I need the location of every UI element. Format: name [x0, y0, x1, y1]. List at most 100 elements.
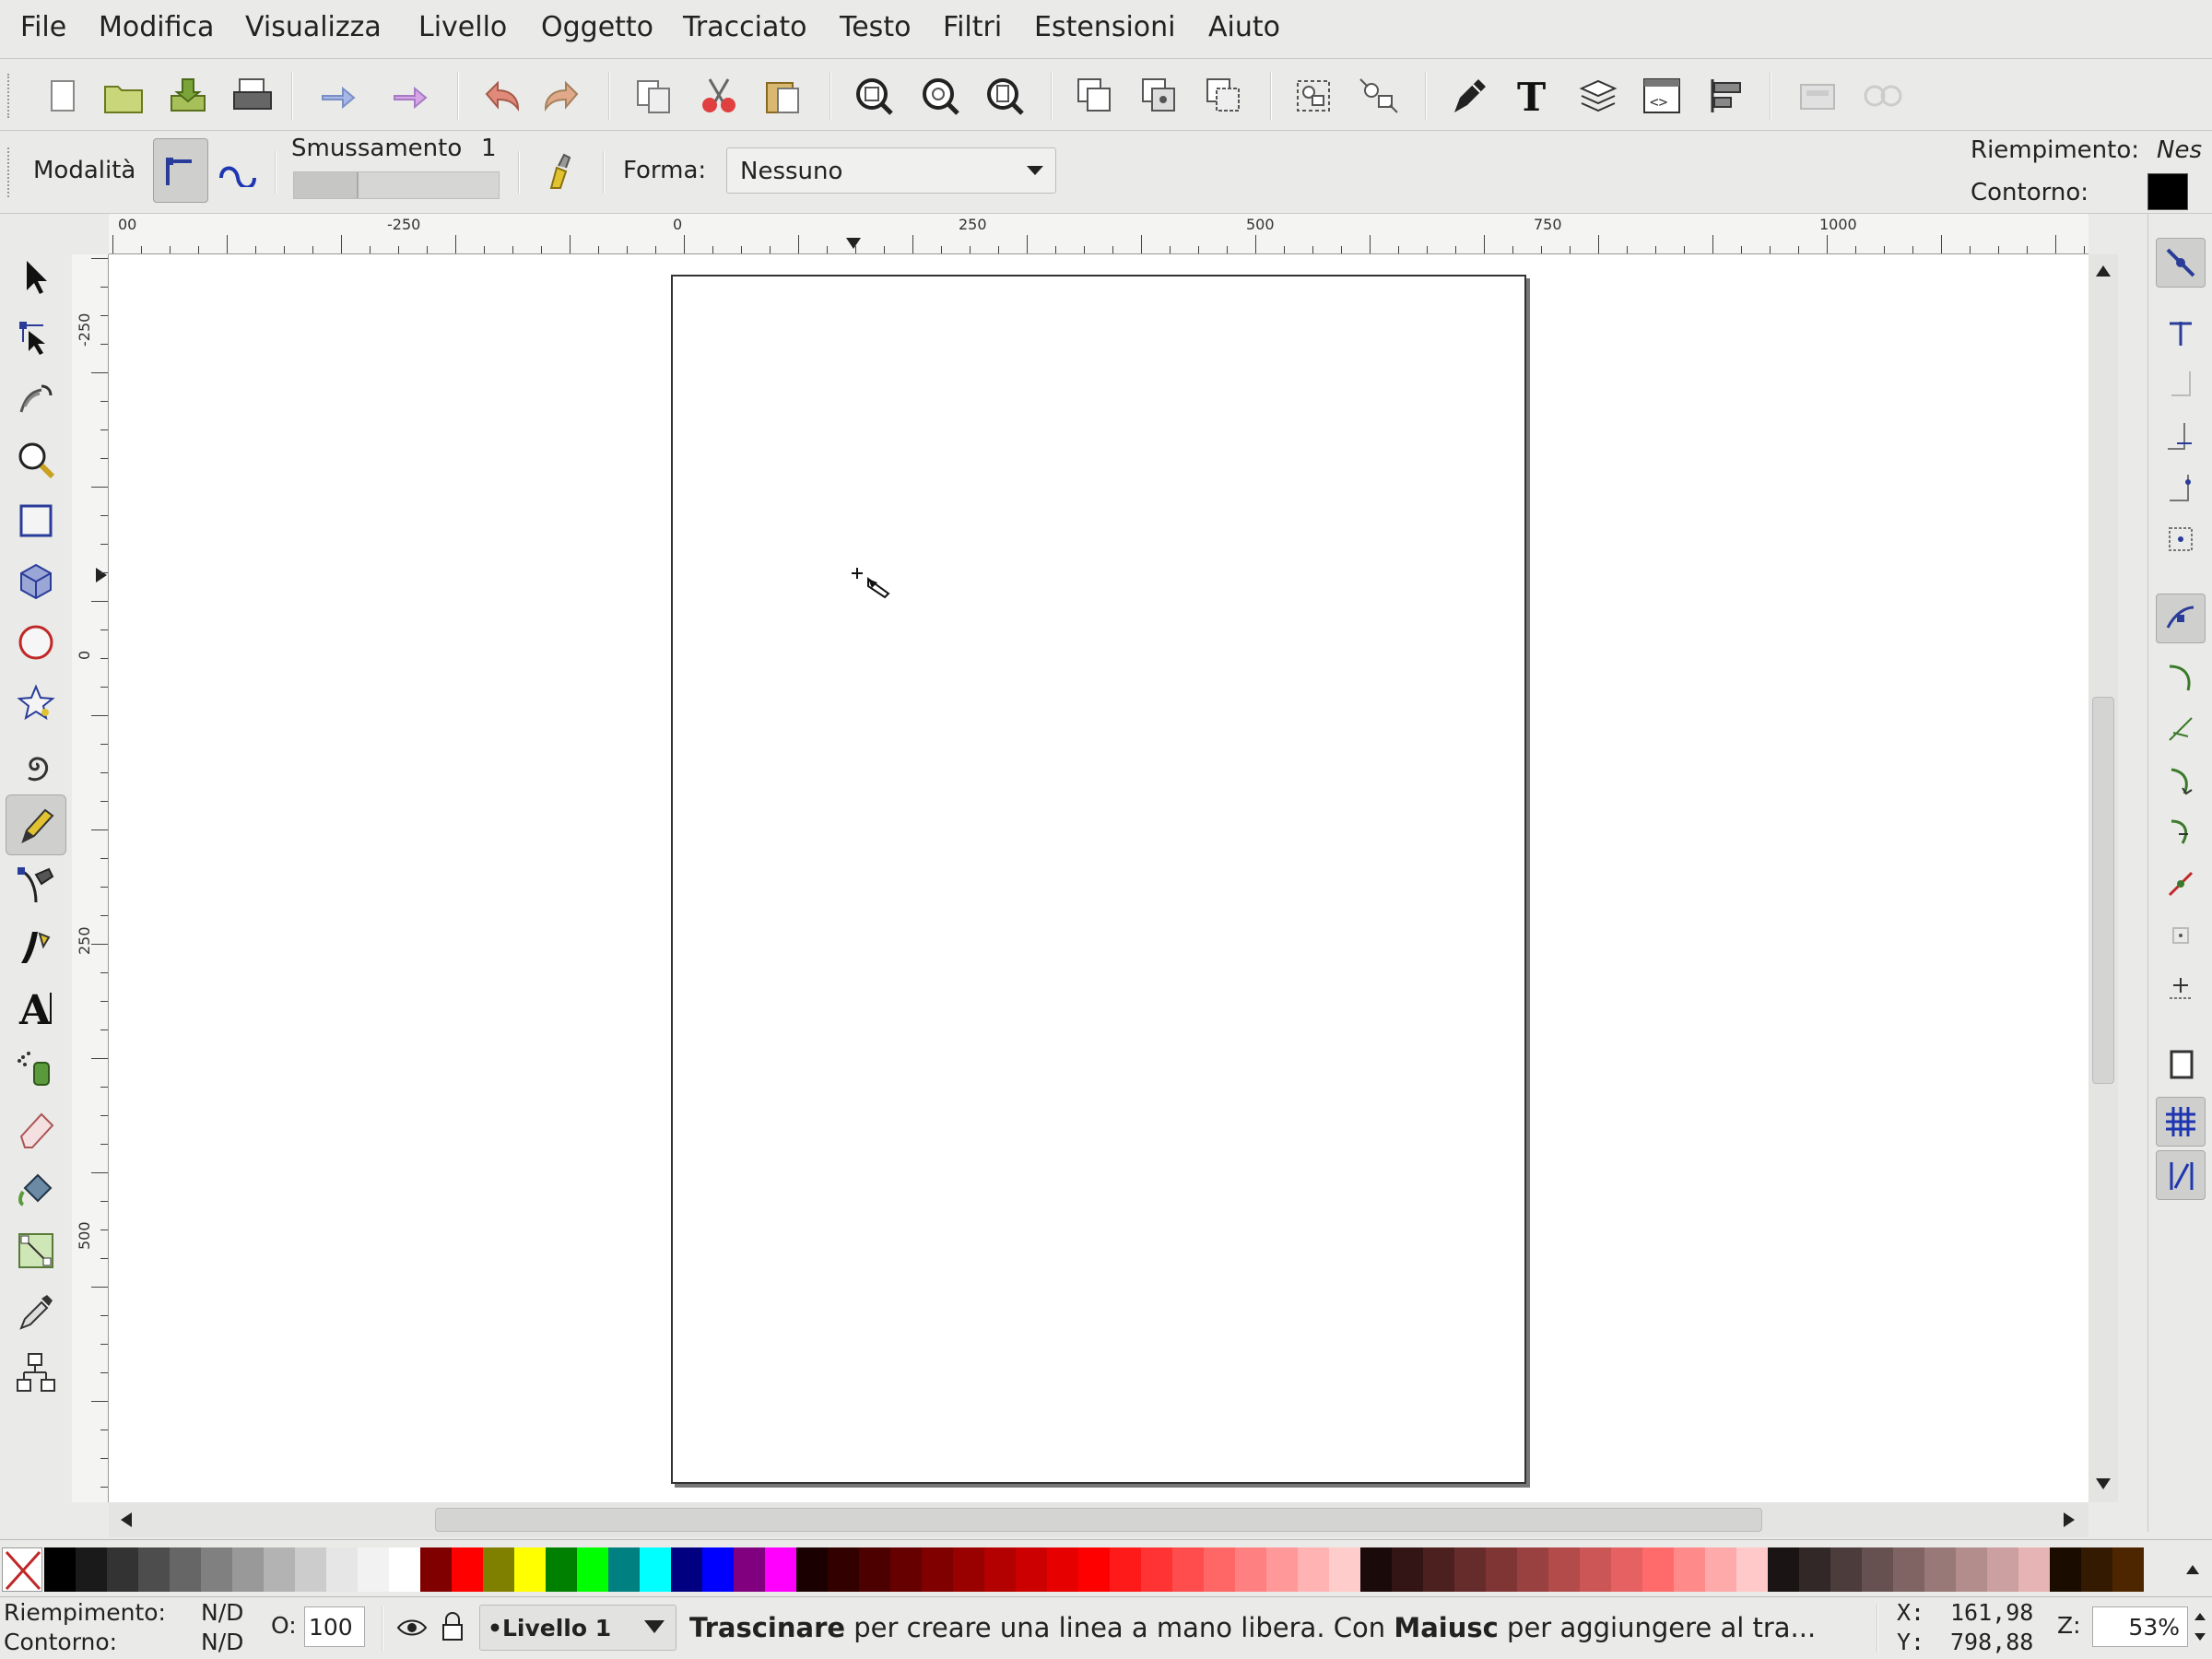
palette-swatch[interactable]: [1830, 1547, 1862, 1592]
palette-swatch[interactable]: [828, 1547, 859, 1592]
zoom-selection-icon[interactable]: [848, 70, 900, 122]
zoom-page-icon[interactable]: [979, 70, 1030, 122]
palette-swatch[interactable]: [1517, 1547, 1548, 1592]
palette-swatch[interactable]: [859, 1547, 890, 1592]
palette-swatch[interactable]: [922, 1547, 953, 1592]
reset-defaults-icon[interactable]: [540, 151, 581, 192]
layers-icon[interactable]: [1572, 70, 1624, 122]
scroll-down-icon[interactable]: [2090, 1471, 2116, 1497]
smoothing-value[interactable]: 1: [481, 135, 497, 162]
palette-swatch[interactable]: [232, 1547, 264, 1592]
menu-aiuto[interactable]: Aiuto: [1208, 11, 1280, 43]
copy-icon[interactable]: [629, 70, 680, 122]
calligraphy-icon[interactable]: [6, 916, 66, 977]
smoothing-slider[interactable]: [293, 171, 500, 199]
undo-icon[interactable]: [476, 70, 527, 122]
menu-modifica[interactable]: Modifica: [99, 11, 214, 43]
palette-swatch[interactable]: [1548, 1547, 1580, 1592]
palette-swatch[interactable]: [201, 1547, 232, 1592]
menu-tracciato[interactable]: Tracciato: [683, 11, 806, 43]
palette-swatch[interactable]: [577, 1547, 608, 1592]
vertical-ruler[interactable]: -250 0 250 500: [72, 254, 109, 1502]
redo-icon[interactable]: [536, 70, 588, 122]
palette-swatch[interactable]: [1799, 1547, 1830, 1592]
snap-nodes-icon[interactable]: [2156, 594, 2206, 643]
snap-guides-icon[interactable]: [2156, 1150, 2206, 1200]
palette-swatch[interactable]: [796, 1547, 828, 1592]
palette-swatch[interactable]: [326, 1547, 358, 1592]
document-properties-icon[interactable]: [1858, 70, 1910, 122]
fill-stroke-icon[interactable]: [1443, 70, 1495, 122]
palette-swatch[interactable]: [138, 1547, 170, 1592]
palette-swatch[interactable]: [1047, 1547, 1078, 1592]
snap-page-border-icon[interactable]: [2156, 1040, 2206, 1089]
palette-swatch[interactable]: [546, 1547, 577, 1592]
save-icon[interactable]: [162, 70, 214, 122]
vertical-scroll-thumb[interactable]: [2092, 697, 2114, 1084]
palette-swatch[interactable]: [452, 1547, 483, 1592]
palette-swatch[interactable]: [295, 1547, 326, 1592]
snap-bbox-edge-icon[interactable]: [2156, 359, 2206, 409]
palette-swatch[interactable]: [1736, 1547, 1768, 1592]
palette-swatch[interactable]: [1235, 1547, 1266, 1592]
snap-grids-icon[interactable]: [2156, 1097, 2206, 1147]
palette-swatch[interactable]: [1016, 1547, 1047, 1592]
snap-rotation-center-icon[interactable]: [2156, 962, 2206, 1012]
node-icon[interactable]: [6, 308, 66, 369]
snap-cusp-nodes-icon[interactable]: [2156, 756, 2206, 806]
menu-estensioni[interactable]: Estensioni: [1034, 11, 1176, 43]
palette-swatch[interactable]: [1172, 1547, 1204, 1592]
menu-testo[interactable]: Testo: [840, 11, 911, 43]
layer-visibility-icon[interactable]: [396, 1612, 428, 1643]
tweak-icon[interactable]: [6, 369, 66, 429]
layer-lock-icon[interactable]: [439, 1610, 466, 1643]
palette-swatch[interactable]: [44, 1547, 76, 1592]
status-stroke-value[interactable]: N/D: [201, 1629, 243, 1655]
eraser-icon[interactable]: [6, 1099, 66, 1159]
toolbar-grip[interactable]: [7, 74, 13, 118]
import-icon[interactable]: [313, 70, 365, 122]
menu-file[interactable]: File: [20, 11, 66, 43]
palette-swatch[interactable]: [1642, 1547, 1674, 1592]
snap-toggle-icon[interactable]: [2156, 238, 2206, 288]
scroll-left-icon[interactable]: [114, 1508, 138, 1532]
snap-paths-icon[interactable]: [2156, 653, 2206, 702]
gradient-icon[interactable]: [6, 1220, 66, 1281]
ungroup-icon[interactable]: [1353, 70, 1405, 122]
3dbox-icon[interactable]: [6, 551, 66, 612]
palette-swatch[interactable]: [1078, 1547, 1110, 1592]
document-page[interactable]: [671, 275, 1526, 1484]
paint-bucket-icon[interactable]: [6, 1159, 66, 1220]
scroll-right-icon[interactable]: [2057, 1508, 2081, 1532]
toolbar-grip[interactable]: [7, 147, 13, 197]
palette-swatch[interactable]: [1329, 1547, 1360, 1592]
ellipse-icon[interactable]: [6, 612, 66, 673]
spiro-mode-button[interactable]: [212, 144, 264, 199]
palette-swatch[interactable]: [514, 1547, 546, 1592]
snap-midpoints-icon[interactable]: [2156, 859, 2206, 909]
print-icon[interactable]: [227, 70, 278, 122]
horizontal-ruler[interactable]: 00 -250 0 250 500 750 1000: [109, 214, 2088, 254]
menu-livello[interactable]: Livello: [418, 11, 507, 43]
palette-swatch[interactable]: [2081, 1547, 2112, 1592]
horizontal-scrollbar[interactable]: [109, 1502, 2088, 1537]
palette-swatch[interactable]: [1454, 1547, 1486, 1592]
snap-bbox-corner-icon[interactable]: [2156, 411, 2206, 461]
palette-swatch[interactable]: [483, 1547, 514, 1592]
palette-swatch[interactable]: [358, 1547, 389, 1592]
selector-icon[interactable]: [6, 247, 66, 308]
menu-oggetto[interactable]: Oggetto: [541, 11, 653, 43]
spiral-icon[interactable]: [6, 734, 66, 794]
xml-editor-icon[interactable]: <>: [1637, 70, 1688, 122]
palette-swatch[interactable]: [1110, 1547, 1141, 1592]
zoom-spin-buttons[interactable]: [2190, 1606, 2210, 1647]
palette-swatch[interactable]: [389, 1547, 420, 1592]
drawing-canvas[interactable]: [109, 254, 2088, 1502]
palette-swatch[interactable]: [1204, 1547, 1235, 1592]
palette-swatch[interactable]: [1266, 1547, 1298, 1592]
palette-swatch[interactable]: [1611, 1547, 1642, 1592]
snap-bbox-midpoint-icon[interactable]: [2156, 463, 2206, 512]
palette-swatch[interactable]: [264, 1547, 295, 1592]
palette-swatch[interactable]: [420, 1547, 452, 1592]
layer-dropdown[interactable]: •Livello 1: [479, 1605, 677, 1651]
